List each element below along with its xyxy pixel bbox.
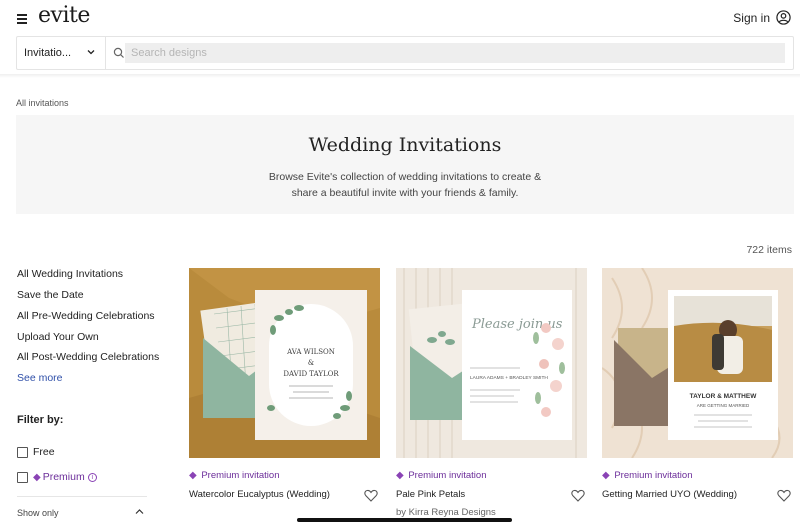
sidebar-divider bbox=[17, 496, 147, 497]
search-icon bbox=[113, 47, 124, 58]
card-image-pale-pink-petals[interactable]: Please join us LAURA ADAMS + BRADLEY SMI… bbox=[396, 268, 587, 458]
card-image-eucalyptus[interactable]: AVA WILSON & DAVID TAYLOR bbox=[189, 268, 380, 458]
breadcrumb[interactable]: All invitations bbox=[16, 98, 69, 108]
page-title: Wedding Invitations bbox=[308, 134, 502, 156]
design-card[interactable]: TAYLOR & MATTHEW ARE GETTING MARRIED ◆ P… bbox=[602, 268, 793, 528]
search-input[interactable] bbox=[125, 43, 785, 63]
card-art-name-1: AVA WILSON bbox=[286, 348, 335, 356]
premium-badge-label: Premium invitation bbox=[408, 470, 487, 481]
card-title[interactable]: Pale Pink Petals bbox=[396, 489, 465, 500]
card-art-names: LAURA ADAMS + BRADLEY SMITH bbox=[470, 375, 548, 381]
sidebar-item-post-wedding[interactable]: All Post-Wedding Celebrations bbox=[17, 351, 159, 363]
category-select[interactable]: Invitatio... bbox=[17, 37, 106, 69]
header-divider bbox=[0, 74, 800, 78]
card-art-subtitle: ARE GETTING MARRIED bbox=[697, 403, 750, 408]
card-byline[interactable]: by Kirra Reyna Designs bbox=[396, 507, 496, 518]
category-select-value: Invitatio... bbox=[24, 47, 72, 59]
search-field-wrap bbox=[109, 41, 787, 65]
sidebar-item-save-the-date[interactable]: Save the Date bbox=[17, 289, 84, 301]
card-title[interactable]: Watercolor Eucalyptus (Wedding) bbox=[189, 489, 330, 500]
card-art-names: TAYLOR & MATTHEW bbox=[690, 393, 758, 400]
top-header: evite Sign in bbox=[0, 0, 800, 36]
card-art-name-2: DAVID TAYLOR bbox=[283, 370, 339, 378]
design-card[interactable]: AVA WILSON & DAVID TAYLOR ◆ Premium invi… bbox=[189, 268, 380, 528]
sign-in-link[interactable]: Sign in bbox=[733, 11, 770, 25]
premium-badge: ◆ Premium invitation bbox=[602, 470, 692, 481]
premium-badge-label: Premium invitation bbox=[614, 470, 693, 481]
sidebar-item-upload-your-own[interactable]: Upload Your Own bbox=[17, 331, 99, 343]
sidebar-item-all-wedding-invitations[interactable]: All Wedding Invitations bbox=[17, 268, 123, 280]
card-title[interactable]: Getting Married UYO (Wedding) bbox=[602, 489, 737, 500]
premium-checkbox[interactable] bbox=[17, 472, 28, 483]
see-more-link[interactable]: See more bbox=[17, 372, 63, 384]
sidebar-item-pre-wedding[interactable]: All Pre-Wedding Celebrations bbox=[17, 310, 155, 322]
gem-icon: ◆ bbox=[189, 470, 197, 481]
premium-badge: ◆ Premium invitation bbox=[396, 470, 486, 481]
heart-icon[interactable] bbox=[571, 489, 585, 502]
search-bar: Invitatio... bbox=[16, 36, 794, 70]
card-image-getting-married[interactable]: TAYLOR & MATTHEW ARE GETTING MARRIED bbox=[602, 268, 793, 458]
heart-icon[interactable] bbox=[364, 489, 378, 502]
filter-heading: Filter by: bbox=[17, 414, 64, 426]
free-label: Free bbox=[33, 446, 55, 458]
premium-filter-label-wrap: ◆ Premium i bbox=[33, 471, 97, 483]
menu-icon[interactable] bbox=[17, 14, 27, 24]
premium-badge-label: Premium invitation bbox=[201, 470, 280, 481]
evite-logo[interactable]: evite bbox=[38, 3, 90, 28]
free-checkbox[interactable] bbox=[17, 447, 28, 458]
heart-icon[interactable] bbox=[777, 489, 791, 502]
premium-badge: ◆ Premium invitation bbox=[189, 470, 279, 481]
design-card[interactable]: Please join us LAURA ADAMS + BRADLEY SMI… bbox=[396, 268, 587, 528]
results-count: 722 items bbox=[746, 244, 792, 256]
chevron-down-icon bbox=[87, 50, 95, 55]
card-art-amp: & bbox=[308, 359, 314, 367]
premium-label: Premium bbox=[42, 471, 85, 483]
user-icon[interactable] bbox=[776, 10, 791, 25]
gem-icon: ◆ bbox=[602, 470, 610, 481]
info-icon[interactable]: i bbox=[87, 473, 97, 482]
hero-banner: Wedding Invitations Browse Evite's colle… bbox=[16, 115, 794, 214]
show-only-heading[interactable]: Show only bbox=[17, 508, 59, 518]
chevron-up-icon[interactable] bbox=[135, 508, 144, 515]
gem-icon: ◆ bbox=[33, 472, 41, 483]
gem-icon: ◆ bbox=[396, 470, 404, 481]
hero-description: Browse Evite's collection of wedding inv… bbox=[268, 171, 542, 199]
home-indicator bbox=[297, 518, 512, 522]
